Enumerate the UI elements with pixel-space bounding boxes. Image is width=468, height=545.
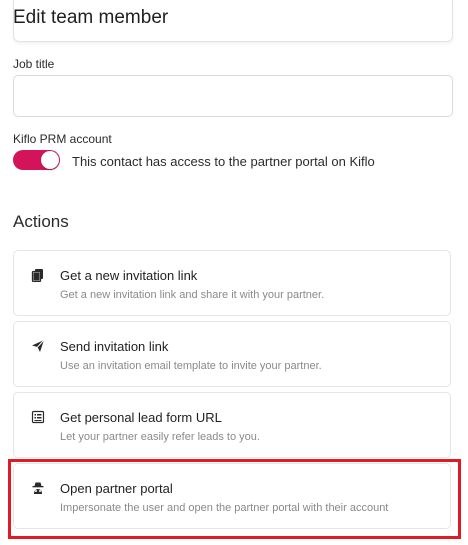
send-icon: [31, 339, 45, 353]
action-card-open-partner-portal[interactable]: Open partner portal Impersonate the user…: [13, 463, 451, 529]
action-description: Get a new invitation link and share it w…: [60, 289, 325, 301]
job-title-label: Job title: [13, 57, 55, 71]
action-card-get-invitation-link[interactable]: Get a new invitation link Get a new invi…: [13, 250, 451, 316]
action-description: Let your partner easily refer leads to y…: [60, 431, 260, 443]
partner-access-toggle[interactable]: [13, 150, 60, 170]
action-title: Get a new invitation link: [60, 268, 198, 283]
partner-access-text: This contact has access to the partner p…: [72, 154, 375, 169]
kiflo-prm-label: Kiflo PRM account: [13, 132, 112, 146]
form-icon: [31, 410, 45, 424]
job-title-input[interactable]: [13, 75, 453, 117]
copy-icon: [31, 268, 45, 283]
action-card-send-invitation-link[interactable]: Send invitation link Use an invitation e…: [13, 321, 451, 387]
actions-section-title: Actions: [13, 212, 69, 231]
action-title: Get personal lead form URL: [60, 410, 222, 425]
incognito-icon: [31, 481, 45, 495]
action-title: Send invitation link: [60, 339, 169, 354]
action-description: Impersonate the user and open the partne…: [60, 502, 389, 514]
toggle-knob: [41, 151, 59, 169]
action-description: Use an invitation email template to invi…: [60, 360, 322, 372]
action-title: Open partner portal: [60, 481, 173, 496]
action-card-lead-form-url[interactable]: Get personal lead form URL Let your part…: [13, 392, 451, 458]
page-title: Edit team member: [13, 7, 169, 28]
